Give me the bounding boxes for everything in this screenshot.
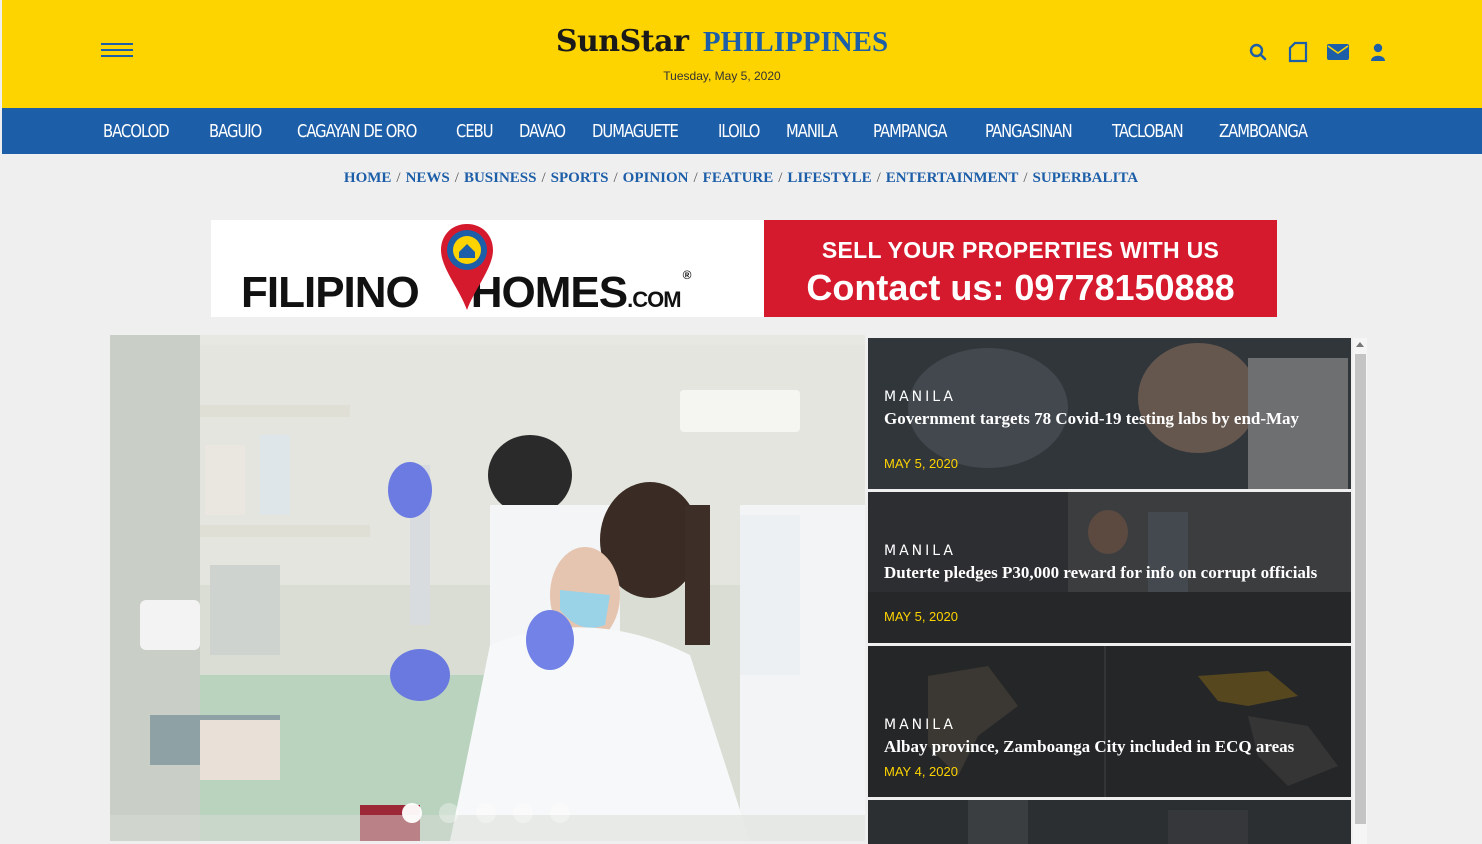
story-scrollbar[interactable] bbox=[1353, 338, 1367, 844]
story-category: MANILA bbox=[884, 389, 956, 405]
ad-headline: SELL YOUR PROPERTIES WITH US bbox=[821, 237, 1220, 263]
section-separator: / bbox=[876, 170, 881, 186]
lab-photo bbox=[110, 335, 865, 841]
section-link-business[interactable]: BUSINESS bbox=[464, 170, 537, 186]
site-logo[interactable]: SunStar PHILIPPINES bbox=[532, 24, 912, 59]
city-nav-baguio[interactable]: BAGUIO bbox=[209, 121, 269, 142]
section-separator: / bbox=[396, 170, 401, 186]
city-nav-pampanga[interactable]: PAMPANGA bbox=[873, 121, 953, 142]
carousel-dot[interactable] bbox=[513, 803, 533, 823]
section-separator: / bbox=[693, 170, 698, 186]
section-link-lifestyle[interactable]: LIFESTYLE bbox=[787, 170, 871, 186]
section-link-feature[interactable]: FEATURE bbox=[703, 170, 774, 186]
user-icon[interactable] bbox=[1367, 41, 1389, 63]
city-nav-tacloban[interactable]: TACLOBAN bbox=[1112, 121, 1187, 142]
city-nav-davao[interactable]: DAVAO bbox=[519, 121, 566, 142]
section-link-entertainment[interactable]: ENTERTAINMENT bbox=[886, 170, 1019, 186]
section-separator: / bbox=[541, 170, 546, 186]
carousel-dot[interactable] bbox=[402, 803, 422, 823]
scroll-up-icon[interactable] bbox=[1356, 342, 1364, 347]
carousel-dots bbox=[402, 803, 570, 823]
story-date: MAY 5, 2020 bbox=[884, 456, 958, 471]
ad-contact-area: SELL YOUR PROPERTIES WITH US Contact us:… bbox=[764, 220, 1277, 317]
city-nav-dumaguete[interactable]: DUMAGUETE bbox=[592, 121, 682, 142]
section-link-sports[interactable]: SPORTS bbox=[551, 170, 609, 186]
edition-text: PHILIPPINES bbox=[702, 26, 889, 58]
carousel-dot[interactable] bbox=[550, 803, 570, 823]
hero-carousel[interactable] bbox=[110, 335, 865, 841]
section-link-news[interactable]: NEWS bbox=[406, 170, 450, 186]
scrollbar-thumb[interactable] bbox=[1355, 354, 1366, 824]
header-icons bbox=[1247, 40, 1389, 64]
menu-icon[interactable] bbox=[101, 41, 133, 61]
section-link-home[interactable]: HOME bbox=[344, 170, 392, 186]
story-date: MAY 5, 2020 bbox=[884, 609, 958, 624]
city-nav-bacolod[interactable]: BACOLOD bbox=[103, 121, 174, 142]
section-nav: HOME / NEWS / BUSINESS / SPORTS / OPINION / FEATUR… bbox=[0, 170, 1482, 187]
section-link-superbalita[interactable]: SUPERBALITA bbox=[1033, 170, 1139, 186]
search-icon[interactable] bbox=[1247, 41, 1269, 63]
logo-text: SunStar bbox=[555, 24, 689, 59]
story-title[interactable]: Government targets 78 Covid-19 testing l… bbox=[884, 409, 1336, 428]
section-separator: / bbox=[613, 170, 618, 186]
story-card[interactable]: MANILA Albay province, Zamboanga City in… bbox=[868, 646, 1351, 797]
top-header: SunStar PHILIPPINES Tuesday, May 5, 2020 bbox=[2, 0, 1482, 108]
ad-logo-area: FILIPINO HOMES.COM® bbox=[211, 220, 764, 317]
story-card[interactable] bbox=[868, 800, 1351, 844]
story-card[interactable]: MANILA Government targets 78 Covid-19 te… bbox=[868, 338, 1351, 489]
city-nav-cebu[interactable]: CEBU bbox=[456, 121, 495, 142]
section-separator: / bbox=[454, 170, 459, 186]
city-nav-cagayan-de-oro[interactable]: CAGAYAN DE ORO bbox=[297, 121, 417, 142]
ad-banner[interactable]: FILIPINO HOMES.COM® SELL YOUR PROPERTIES … bbox=[211, 220, 1277, 317]
header-date: Tuesday, May 5, 2020 bbox=[663, 69, 781, 83]
mail-icon[interactable] bbox=[1327, 41, 1349, 63]
carousel-dot[interactable] bbox=[476, 803, 496, 823]
section-link-opinion[interactable]: OPINION bbox=[623, 170, 689, 186]
city-nav-zamboanga[interactable]: ZAMBOANGA bbox=[1219, 121, 1308, 142]
home-pin-icon bbox=[441, 224, 493, 310]
story-category: MANILA bbox=[884, 543, 956, 559]
city-nav-manila[interactable]: MANILA bbox=[786, 121, 841, 142]
story-card[interactable]: MANILA Duterte pledges P30,000 reward fo… bbox=[868, 492, 1351, 643]
section-separator: / bbox=[778, 170, 783, 186]
city-nav: BACOLOD BAGUIO CAGAYAN DE ORO CEBU DAVAO DUMA… bbox=[2, 108, 1482, 154]
story-title[interactable]: Duterte pledges P30,000 reward for info … bbox=[884, 563, 1336, 582]
story-list: MANILA Government targets 78 Covid-19 te… bbox=[868, 338, 1352, 844]
story-date: MAY 4, 2020 bbox=[884, 764, 958, 779]
story-category: MANILA bbox=[884, 717, 956, 733]
city-nav-iloilo[interactable]: ILOILO bbox=[718, 121, 761, 142]
city-nav-pangasinan[interactable]: PANGASINAN bbox=[985, 121, 1077, 142]
story-title[interactable]: Albay province, Zamboanga City included … bbox=[884, 737, 1336, 756]
tablet-icon[interactable] bbox=[1287, 41, 1309, 63]
ad-contact: Contact us: 09778150888 bbox=[806, 267, 1235, 308]
section-separator: / bbox=[1023, 170, 1028, 186]
carousel-dot[interactable] bbox=[439, 803, 459, 823]
